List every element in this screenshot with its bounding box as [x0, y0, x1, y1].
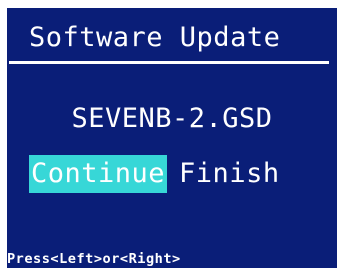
title-divider — [9, 61, 329, 64]
title-bar: Software Update — [7, 8, 337, 70]
option-row: Continue Finish — [29, 155, 282, 195]
navigation-hint: Press<Left>or<Right> — [7, 251, 181, 267]
finish-option[interactable]: Finish — [177, 155, 282, 193]
update-filename: SEVENB-2.GSD — [71, 103, 273, 134]
screen-title: Software Update — [29, 22, 281, 53]
update-screen: Software Update SEVENB-2.GSD Continue Fin… — [7, 8, 337, 268]
continue-option[interactable]: Continue — [29, 155, 168, 193]
